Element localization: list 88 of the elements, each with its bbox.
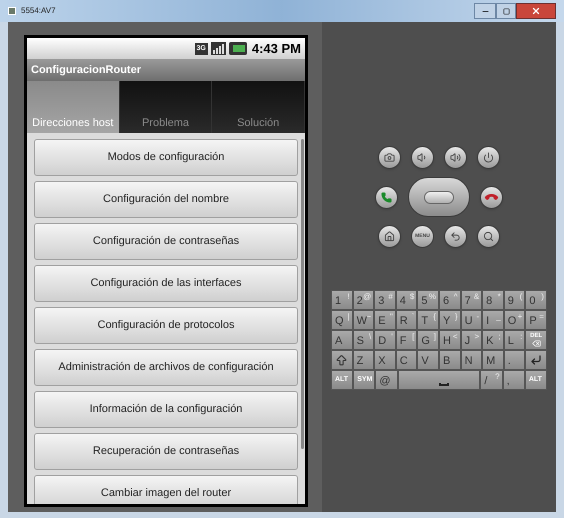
keyboard-key[interactable]: S \ <box>352 330 374 350</box>
close-icon <box>531 6 541 16</box>
keyboard-key[interactable]: A <box>331 330 353 350</box>
scrollbar[interactable] <box>301 139 304 449</box>
search-icon <box>483 231 494 242</box>
keyboard-key[interactable]: N <box>460 350 482 370</box>
keyboard-key[interactable]: Q | <box>331 310 353 330</box>
tab[interactable]: Direcciones host <box>27 81 120 133</box>
keyboard-key[interactable] <box>331 350 353 370</box>
keyboard-key[interactable]: K ; <box>482 330 504 350</box>
menu-button[interactable]: Configuración del nombre <box>34 181 298 218</box>
menu-button[interactable]: Recuperación de contraseñas <box>34 433 298 470</box>
keyboard-key[interactable]: G ] <box>417 330 439 350</box>
keyboard-key[interactable]: 6 ^ <box>438 290 461 310</box>
power-button[interactable] <box>477 146 500 169</box>
volume-up-icon <box>450 152 461 163</box>
dpad[interactable] <box>408 177 470 217</box>
keyboard-key[interactable]: O+ <box>504 310 526 330</box>
maximize-button[interactable] <box>496 3 516 19</box>
keyboard-key[interactable]: 1 ! <box>331 290 353 310</box>
app-icon <box>8 7 16 15</box>
battery-icon <box>228 42 247 55</box>
volume-down-button[interactable] <box>411 146 434 169</box>
app-title: ConfiguracionRouter <box>31 62 141 78</box>
keyboard-key[interactable]: / ? <box>480 370 503 390</box>
keyboard-key[interactable]: 3 # <box>374 290 396 310</box>
signal-icon <box>210 42 226 55</box>
back-button[interactable] <box>444 225 467 248</box>
enter-icon <box>530 354 542 366</box>
end-call-button[interactable] <box>480 186 503 208</box>
menu-button[interactable]: Información de la configuración <box>34 391 298 428</box>
home-icon <box>384 231 395 242</box>
phone-icon <box>381 192 392 202</box>
keyboard-key[interactable]: Y } <box>438 310 461 330</box>
keyboard-key[interactable]: 9 ( <box>504 290 526 310</box>
shift-icon <box>335 354 348 366</box>
window-title: 5554:AV7 <box>21 5 56 17</box>
search-button[interactable] <box>477 225 500 248</box>
keyboard-key[interactable]: M <box>482 350 504 370</box>
camera-icon <box>384 152 395 163</box>
delete-icon <box>532 338 541 348</box>
menu-button[interactable]: Configuración de contraseñas <box>34 223 298 260</box>
keyboard-key[interactable]: 7 & <box>460 290 482 310</box>
keyboard-key[interactable]: P = <box>525 310 547 330</box>
keyboard-key[interactable]: J > <box>460 330 482 350</box>
keyboard-key[interactable]: V <box>417 350 439 370</box>
keyboard-key[interactable]: @ <box>375 370 398 390</box>
keyboard-key[interactable]: B <box>438 350 461 370</box>
keyboard-key[interactable]: W~ <box>352 310 374 330</box>
keyboard-key[interactable]: 0 ) <box>525 290 547 310</box>
keyboard-key[interactable]: R ` <box>396 310 418 330</box>
close-button[interactable] <box>516 3 556 19</box>
keyboard-key[interactable]: Z <box>352 350 374 370</box>
keyboard-key[interactable]: L : <box>504 330 526 350</box>
keyboard-key[interactable] <box>525 350 547 370</box>
keyboard-key[interactable]: 2@ <box>352 290 374 310</box>
menu-button[interactable]: Configuración de las interfaces <box>34 265 298 302</box>
keyboard-key[interactable]: U - <box>460 310 482 330</box>
keyboard-key[interactable]: F [ <box>396 330 418 350</box>
keyboard-key[interactable]: 5% <box>417 290 439 310</box>
keyboard-key[interactable]: H < <box>438 330 461 350</box>
power-icon <box>483 152 494 163</box>
keyboard-key[interactable] <box>398 370 480 390</box>
keyboard-key[interactable]: C <box>396 350 418 370</box>
call-button[interactable] <box>375 186 398 208</box>
back-arrow-icon <box>450 231 461 242</box>
keyboard-key[interactable]: T { <box>417 310 439 330</box>
menu-button[interactable]: Modos de configuración <box>34 139 298 176</box>
keyboard-key[interactable]: 4 $ <box>396 290 418 310</box>
maximize-icon <box>502 8 510 14</box>
camera-button[interactable] <box>378 146 401 169</box>
menu-button[interactable]: Cambiar imagen del router <box>34 475 298 504</box>
keyboard-key[interactable]: I _ <box>482 310 504 330</box>
keyboard-key[interactable]: E " <box>374 310 396 330</box>
volume-up-button[interactable] <box>444 146 467 169</box>
keyboard-key[interactable]: 8 * <box>482 290 504 310</box>
tab[interactable]: Problema <box>120 81 212 133</box>
volume-down-icon <box>417 152 428 163</box>
keyboard-key[interactable]: D ' <box>374 330 396 350</box>
menu-button[interactable]: Configuración de protocolos <box>34 307 298 344</box>
home-button[interactable] <box>378 225 401 248</box>
menu-button[interactable]: Administración de archivos de configuración <box>34 349 298 386</box>
keyboard-key[interactable]: , <box>502 370 525 390</box>
tab[interactable]: Solución <box>212 81 305 133</box>
space-icon <box>439 383 449 386</box>
keyboard-key[interactable]: . <box>504 350 526 370</box>
keyboard-key[interactable]: X <box>374 350 396 370</box>
clock-time: 4:43 PM <box>252 40 301 58</box>
